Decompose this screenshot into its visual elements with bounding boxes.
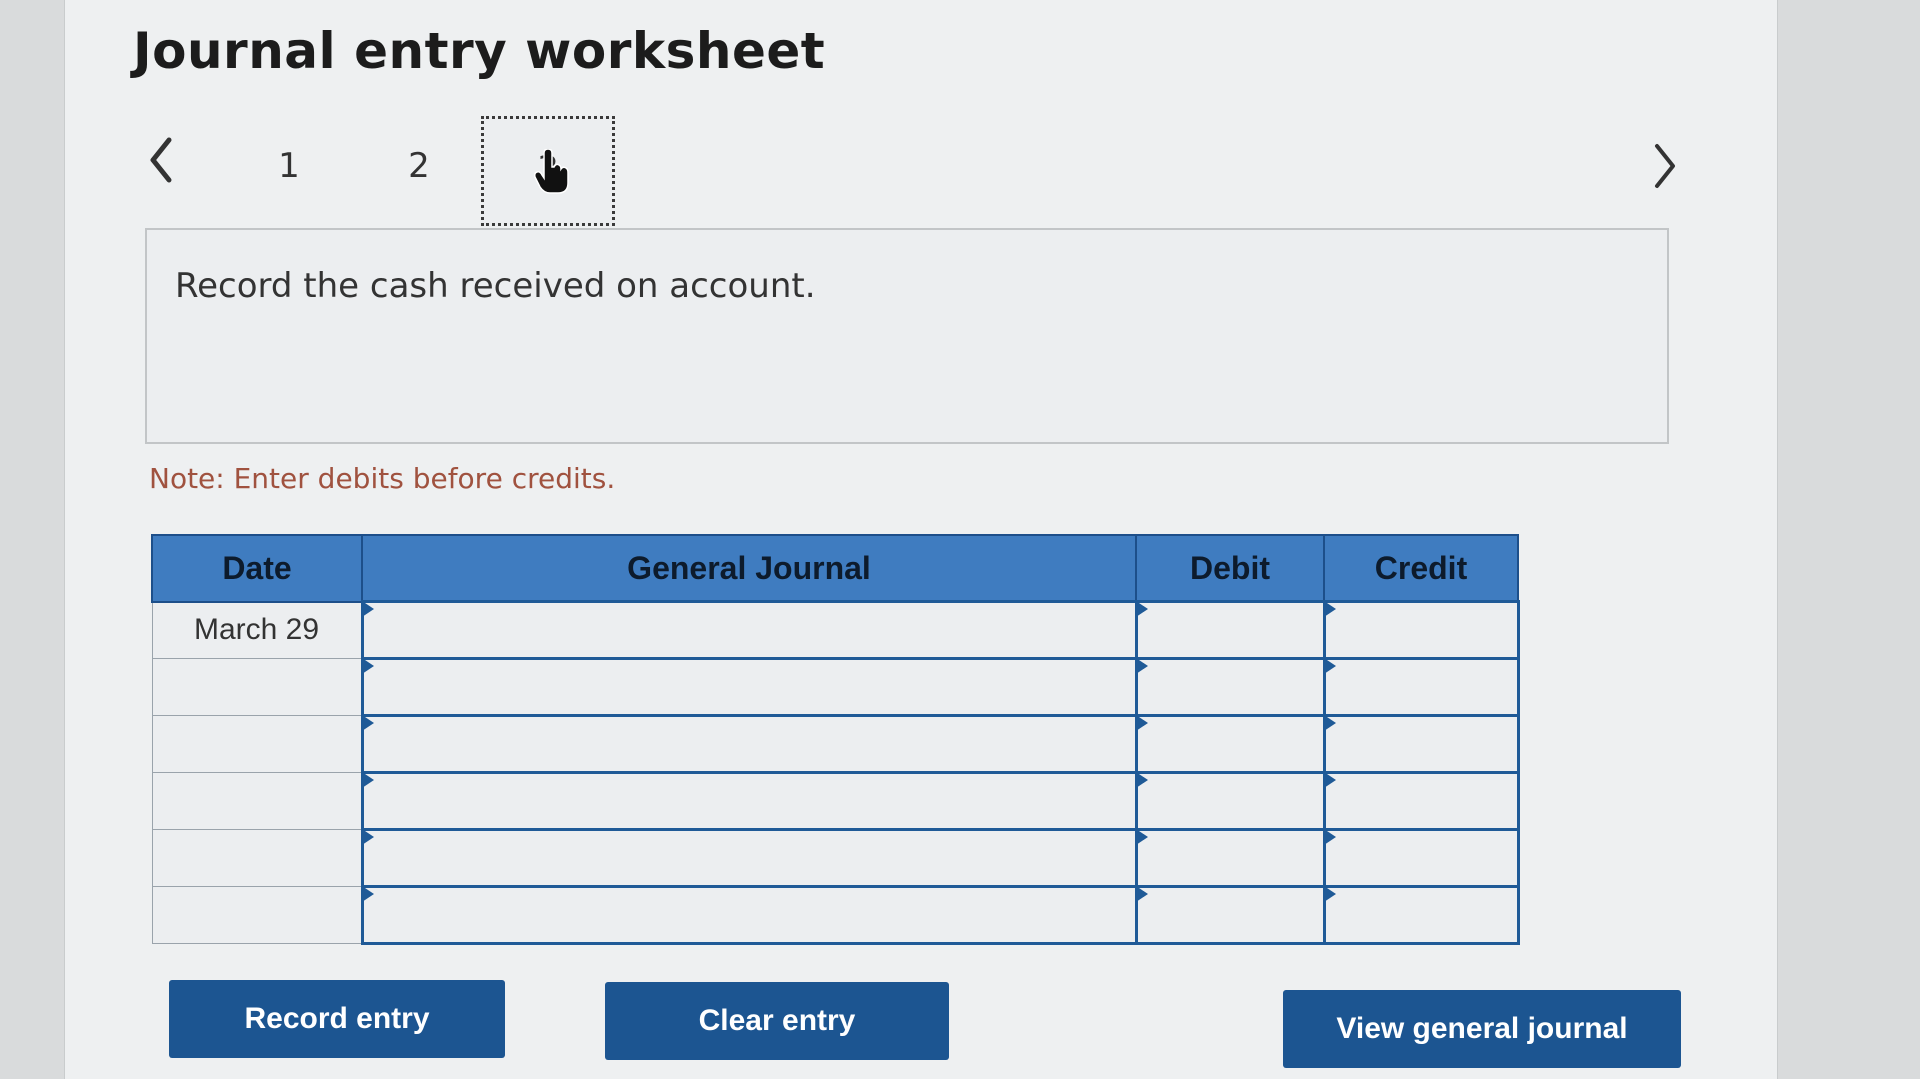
credit-input[interactable] bbox=[1322, 714, 1520, 774]
journal-table: Date General Journal Debit Credit March … bbox=[151, 534, 1520, 945]
debit-input[interactable] bbox=[1134, 657, 1326, 717]
debit-input[interactable] bbox=[1134, 771, 1326, 831]
account-input[interactable] bbox=[360, 714, 1138, 774]
table-row bbox=[151, 714, 1520, 774]
instruction-text: Record the cash received on account. bbox=[175, 266, 816, 306]
table-row bbox=[151, 771, 1520, 831]
step-tab-3[interactable]: 3 bbox=[481, 116, 615, 226]
table-row bbox=[151, 657, 1520, 717]
date-cell bbox=[151, 829, 363, 887]
debit-input[interactable] bbox=[1134, 600, 1326, 660]
date-cell bbox=[151, 886, 363, 944]
credit-input[interactable] bbox=[1322, 771, 1520, 831]
date-cell bbox=[151, 772, 363, 830]
table-row bbox=[151, 885, 1520, 945]
header-credit: Credit bbox=[1323, 534, 1519, 603]
table-header-row: Date General Journal Debit Credit bbox=[151, 534, 1519, 603]
page-title: Journal entry worksheet bbox=[133, 22, 826, 80]
worksheet-panel: Journal entry worksheet 1 2 3 Record the… bbox=[64, 0, 1778, 1079]
date-cell bbox=[151, 658, 363, 716]
debit-input[interactable] bbox=[1134, 714, 1326, 774]
next-step-button[interactable] bbox=[1645, 136, 1685, 196]
credit-input[interactable] bbox=[1322, 657, 1520, 717]
header-general-journal: General Journal bbox=[361, 534, 1137, 603]
header-debit: Debit bbox=[1135, 534, 1325, 603]
credit-input[interactable] bbox=[1322, 600, 1520, 660]
chevron-right-icon bbox=[1655, 144, 1675, 188]
date-cell: March 29 bbox=[151, 601, 363, 659]
step-tab-2[interactable]: 2 bbox=[379, 136, 459, 196]
instruction-box: Record the cash received on account. bbox=[145, 228, 1669, 444]
credit-input[interactable] bbox=[1322, 885, 1520, 945]
step-tab-1[interactable]: 1 bbox=[249, 136, 329, 196]
account-input[interactable] bbox=[360, 885, 1138, 945]
debit-input[interactable] bbox=[1134, 885, 1326, 945]
date-cell bbox=[151, 715, 363, 773]
account-input[interactable] bbox=[360, 600, 1138, 660]
debit-input[interactable] bbox=[1134, 828, 1326, 888]
account-input[interactable] bbox=[360, 828, 1138, 888]
table-row: March 29 bbox=[151, 600, 1520, 660]
record-entry-button[interactable]: Record entry bbox=[169, 980, 505, 1058]
account-input[interactable] bbox=[360, 657, 1138, 717]
note-text: Note: Enter debits before credits. bbox=[149, 462, 616, 495]
account-input[interactable] bbox=[360, 771, 1138, 831]
credit-input[interactable] bbox=[1322, 828, 1520, 888]
prev-step-button[interactable] bbox=[141, 130, 181, 190]
hand-cursor-icon bbox=[534, 149, 569, 194]
chevron-left-icon bbox=[150, 137, 172, 183]
view-general-journal-button[interactable]: View general journal bbox=[1283, 990, 1681, 1068]
header-date: Date bbox=[151, 534, 363, 603]
clear-entry-button[interactable]: Clear entry bbox=[605, 982, 949, 1060]
table-row bbox=[151, 828, 1520, 888]
